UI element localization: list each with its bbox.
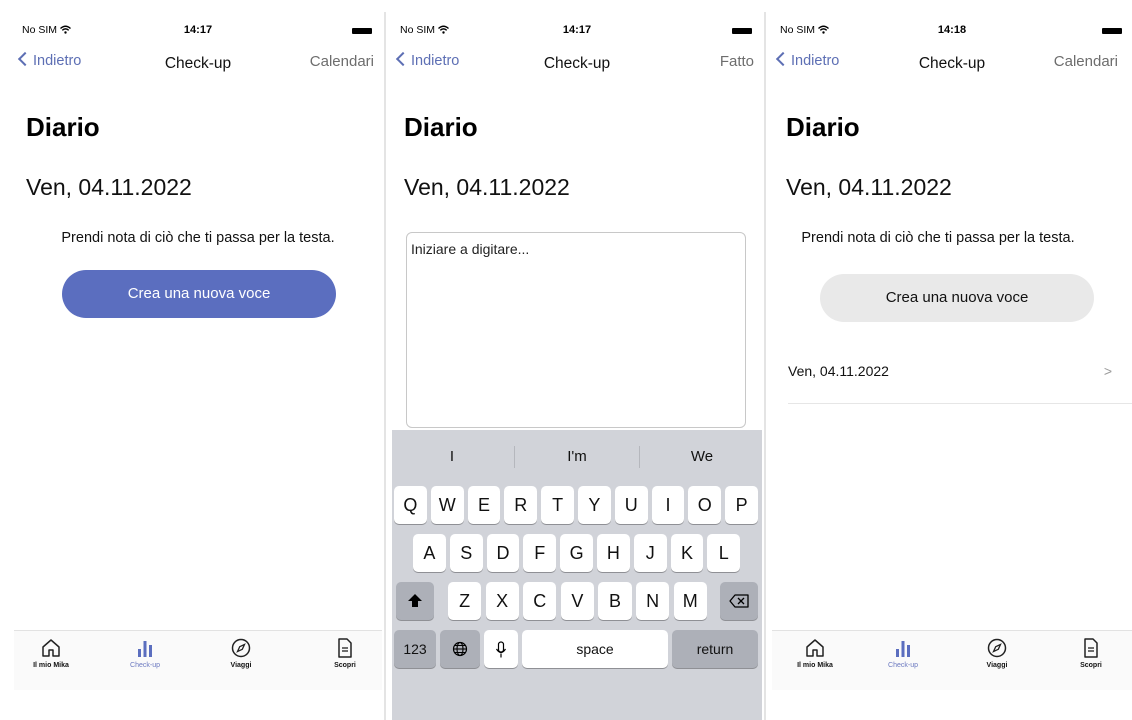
- key-j[interactable]: J: [633, 534, 667, 572]
- diary-text-input[interactable]: Iniziare a digitare...: [406, 232, 746, 428]
- key-v[interactable]: V: [560, 582, 594, 620]
- status-time: 14:17: [183, 24, 213, 36]
- key-x[interactable]: X: [485, 582, 519, 620]
- tab-scopri[interactable]: Scopri: [310, 637, 380, 669]
- home-icon: [806, 639, 824, 657]
- bar-chart-icon: [896, 641, 910, 657]
- key-b[interactable]: B: [598, 582, 632, 620]
- diary-screen-empty: No SIM 14:17 Indietro Check-up Calendari…: [14, 12, 382, 720]
- page-title: Diario: [404, 112, 478, 142]
- globe-key[interactable]: [440, 630, 480, 668]
- current-date: Ven, 04.11.2022: [786, 174, 952, 200]
- status-bar: No SIM 14:17: [400, 24, 754, 40]
- status-time: 14:17: [562, 24, 592, 36]
- keyboard-row: ZXCVBNM: [392, 582, 762, 622]
- compass-icon: [231, 638, 251, 658]
- navigation-bar: Indietro Check-up Calendari: [772, 51, 1132, 76]
- key-m[interactable]: M: [673, 582, 707, 620]
- numbers-key[interactable]: 123: [394, 630, 436, 668]
- space-key[interactable]: space: [522, 630, 668, 668]
- status-bar: No SIM 14:17: [22, 24, 374, 40]
- dictation-key[interactable]: [484, 630, 518, 668]
- key-f[interactable]: F: [523, 534, 557, 572]
- return-key[interactable]: return: [672, 630, 758, 668]
- key-q[interactable]: Q: [394, 486, 427, 524]
- shift-icon: [408, 594, 422, 607]
- tab-check-up[interactable]: Check-up: [868, 637, 938, 669]
- key-s[interactable]: S: [449, 534, 483, 572]
- page-title: Diario: [786, 112, 860, 142]
- tab-bar: Il mio Mika Check-up Viaggi Scopri: [14, 630, 382, 690]
- key-o[interactable]: O: [688, 486, 722, 524]
- key-h[interactable]: H: [597, 534, 630, 572]
- diary-screen-with-entry: No SIM 14:18 Indietro Check-up Calendari…: [772, 12, 1132, 720]
- key-u[interactable]: U: [614, 486, 648, 524]
- keyboard-row: ASDFGHJKL: [392, 534, 762, 574]
- tab-scopri[interactable]: Scopri: [1056, 637, 1126, 669]
- nav-title: Check-up: [543, 55, 611, 72]
- key-e[interactable]: E: [467, 486, 501, 524]
- navigation-bar: Indietro Check-up Fatto: [392, 51, 762, 76]
- backspace-icon: [729, 594, 749, 608]
- suggestion-item[interactable]: I'm: [517, 448, 637, 465]
- suggestion-item[interactable]: I: [392, 448, 512, 465]
- key-y[interactable]: Y: [578, 486, 611, 524]
- create-entry-button[interactable]: Crea una nuova voce: [820, 274, 1094, 322]
- home-icon: [42, 639, 60, 657]
- key-k[interactable]: K: [670, 534, 704, 572]
- screen-divider: [384, 12, 386, 720]
- key-r[interactable]: R: [504, 486, 538, 524]
- done-button[interactable]: Fatto: [720, 53, 754, 70]
- tab-viaggi[interactable]: Viaggi: [962, 637, 1032, 669]
- diary-screen-editing: No SIM 14:17 Indietro Check-up Fatto Dia…: [392, 12, 762, 720]
- key-t[interactable]: T: [541, 486, 574, 524]
- key-l[interactable]: L: [707, 534, 741, 572]
- page-title: Diario: [26, 112, 100, 142]
- globe-icon: [452, 641, 468, 657]
- diary-prompt: Prendi nota di ciò che ti passa per la t…: [801, 230, 1075, 246]
- calendar-button[interactable]: Calendari: [310, 53, 374, 70]
- tab-my-mika[interactable]: Il mio Mika: [780, 637, 850, 669]
- chevron-right-icon: >: [1103, 363, 1112, 379]
- document-icon: [1084, 638, 1098, 658]
- status-time: 14:18: [937, 24, 967, 36]
- key-g[interactable]: G: [560, 534, 593, 572]
- microphone-icon: [495, 641, 507, 658]
- delete-key[interactable]: [720, 582, 758, 620]
- create-entry-button[interactable]: Crea una nuova voce: [62, 270, 336, 318]
- diary-prompt: Prendi nota di ciò che ti passa per la t…: [61, 230, 335, 246]
- battery-icon: [1102, 28, 1122, 34]
- list-item[interactable]: Ven, 04.11.2022 >: [788, 360, 1132, 404]
- suggestion-item[interactable]: We: [642, 448, 762, 465]
- current-date: Ven, 04.11.2022: [26, 174, 192, 200]
- tab-check-up[interactable]: Check-up: [110, 637, 180, 669]
- document-icon: [338, 638, 352, 658]
- status-bar: No SIM 14:18: [780, 24, 1124, 40]
- tab-bar: Il mio Mika Check-up Viaggi Scopri: [772, 630, 1132, 690]
- battery-icon: [352, 28, 372, 34]
- shift-key[interactable]: [396, 582, 434, 620]
- current-date: Ven, 04.11.2022: [404, 174, 570, 200]
- key-p[interactable]: P: [725, 486, 758, 524]
- navigation-bar: Indietro Check-up Calendari: [14, 51, 382, 76]
- key-i[interactable]: I: [651, 486, 685, 524]
- suggestion-bar: I I'm We: [392, 442, 762, 472]
- compass-icon: [987, 638, 1007, 658]
- keyboard-row: 123 space return: [392, 630, 762, 670]
- calendar-button[interactable]: Calendari: [1054, 53, 1118, 70]
- key-n[interactable]: N: [636, 582, 670, 620]
- entry-date: Ven, 04.11.2022: [788, 363, 889, 379]
- key-c[interactable]: C: [523, 582, 557, 620]
- key-a[interactable]: A: [413, 534, 446, 572]
- tab-my-mika[interactable]: Il mio Mika: [16, 637, 86, 669]
- on-screen-keyboard: I I'm We QWERTYUIOP ASDFGHJKL ZXCVBNM 12…: [392, 430, 762, 720]
- keyboard-row: QWERTYUIOP: [392, 486, 762, 526]
- bar-chart-icon: [138, 641, 152, 657]
- key-d[interactable]: D: [486, 534, 520, 572]
- screen-divider: [764, 12, 766, 720]
- key-z[interactable]: Z: [448, 582, 482, 620]
- key-w[interactable]: W: [430, 486, 464, 524]
- battery-icon: [732, 28, 752, 34]
- tab-viaggi[interactable]: Viaggi: [206, 637, 276, 669]
